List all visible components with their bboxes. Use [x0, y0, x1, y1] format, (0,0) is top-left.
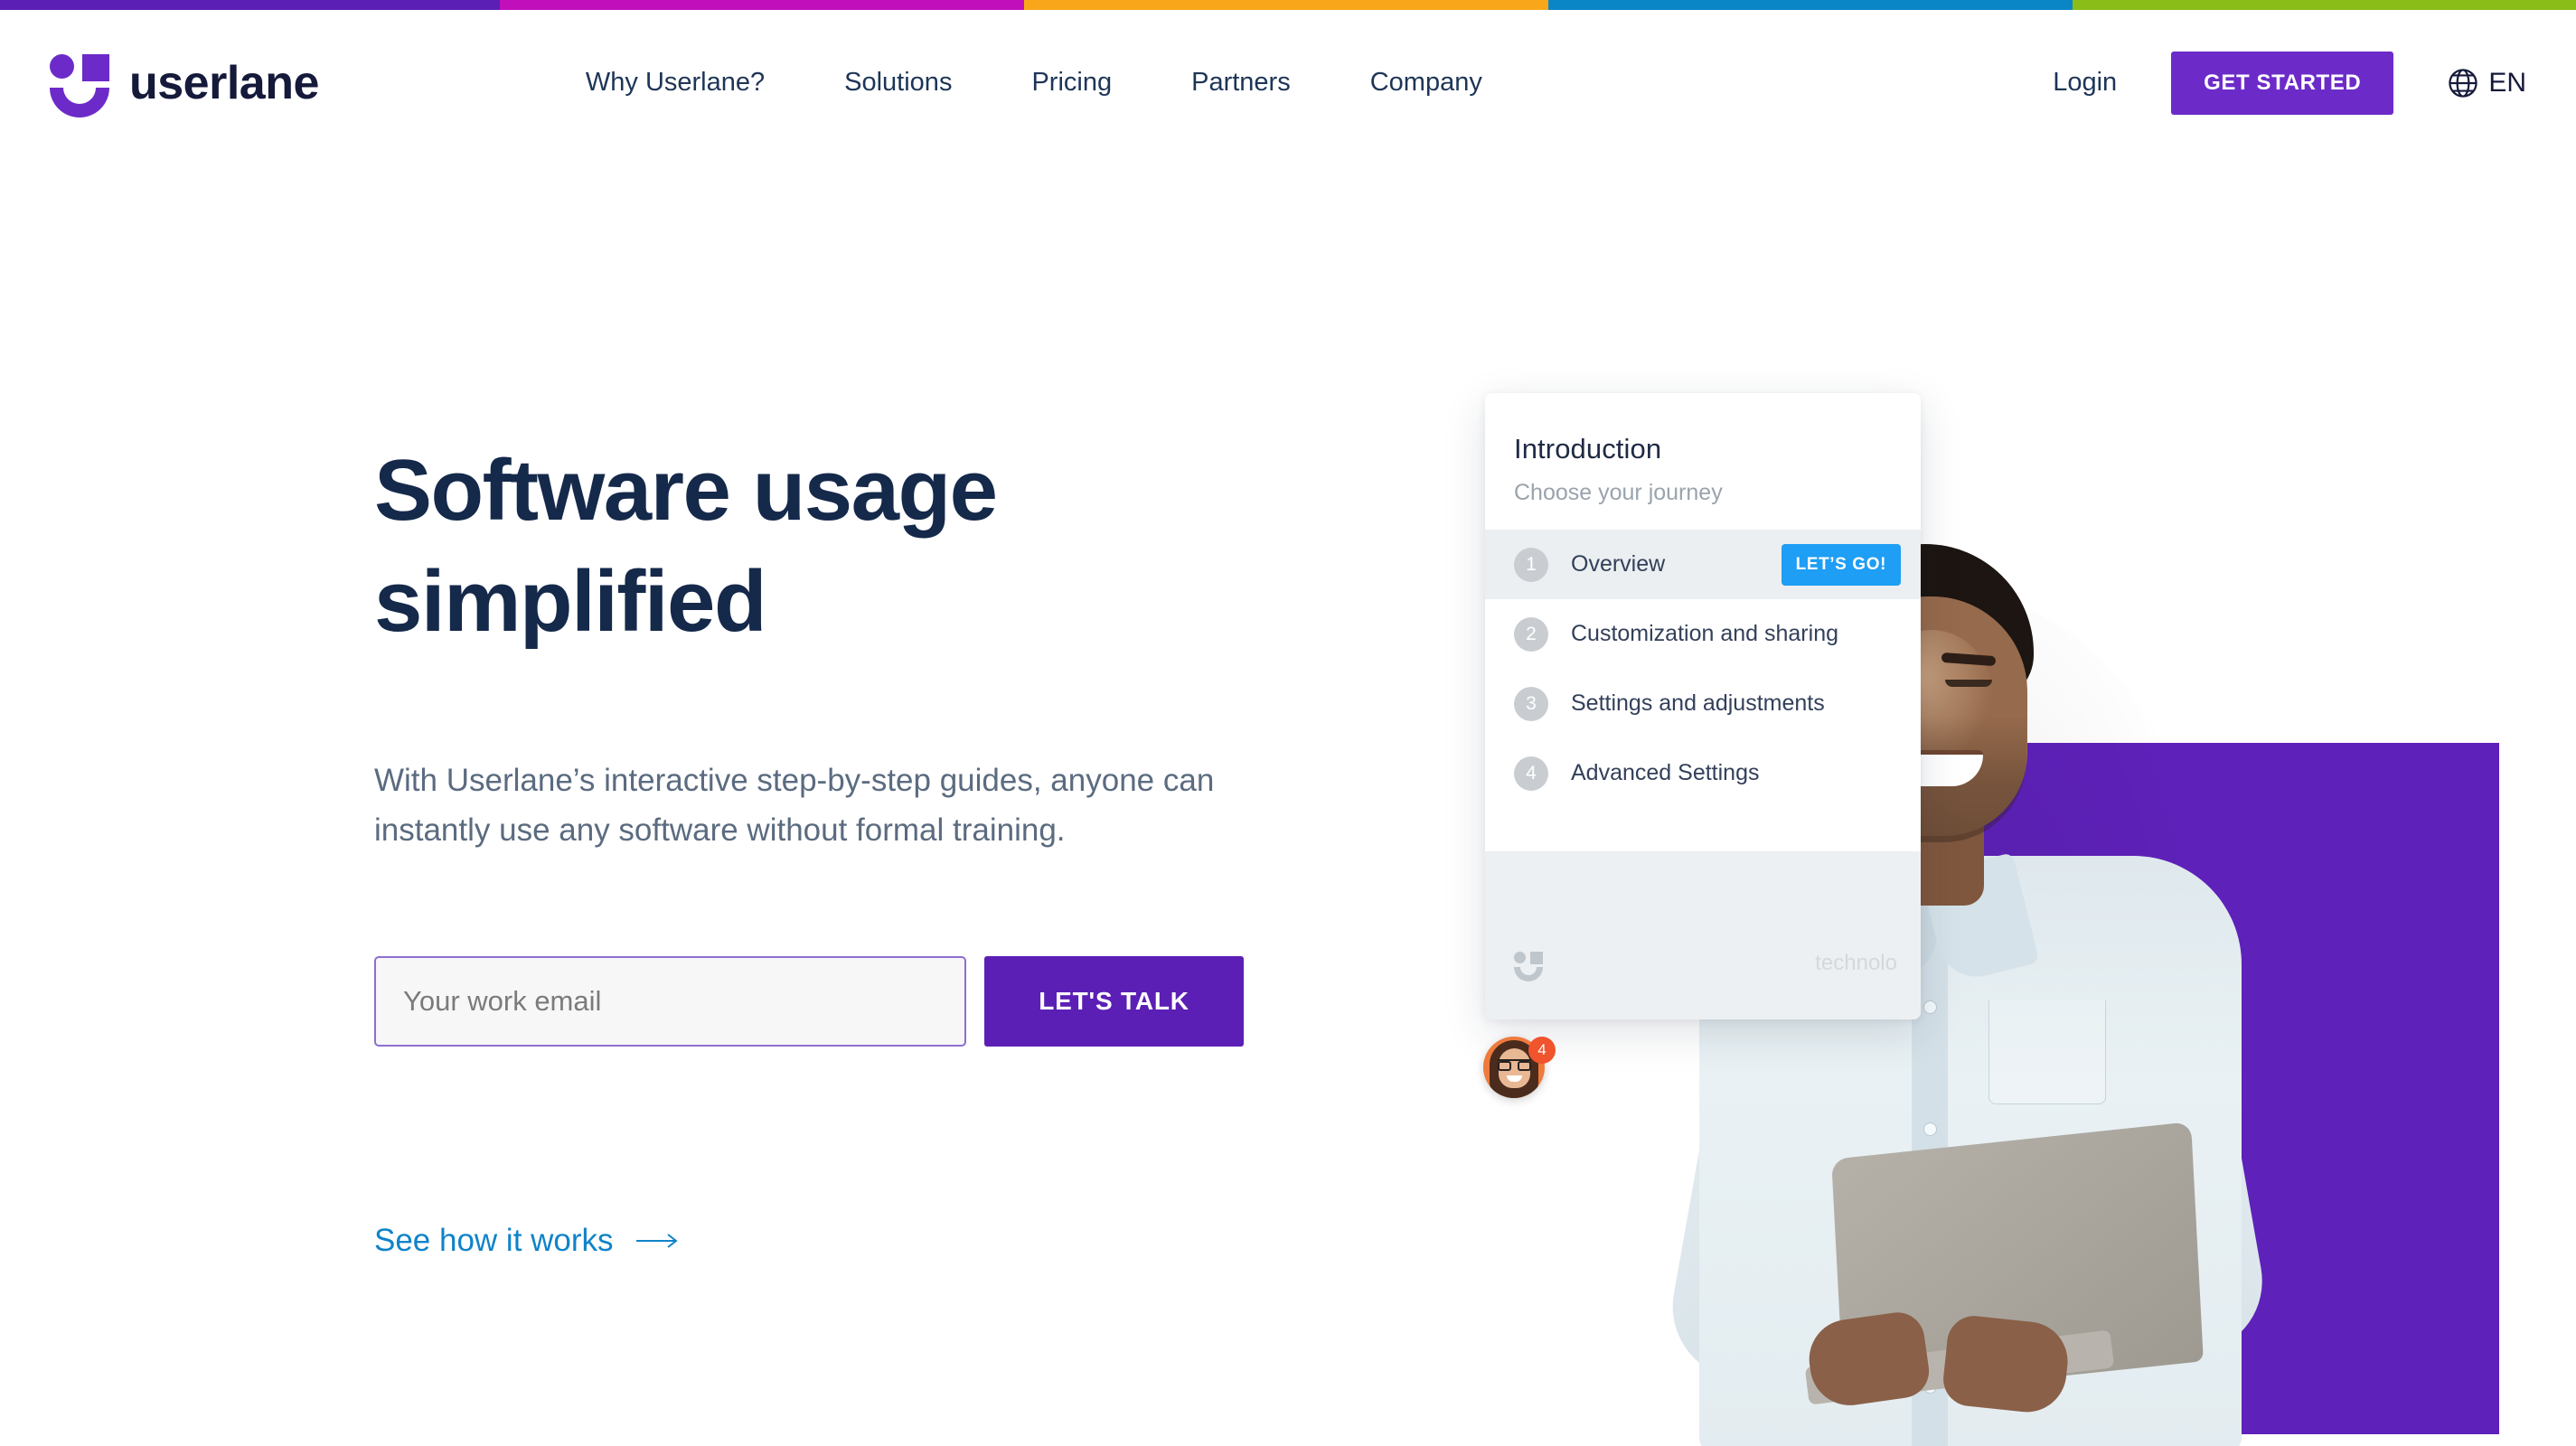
guide-step-row-2[interactable]: 2 Customization and sharing: [1485, 599, 1921, 669]
see-how-it-works-label: See how it works: [374, 1223, 614, 1259]
guide-card-title: Introduction: [1514, 433, 1662, 465]
step-number-badge: 4: [1514, 756, 1548, 791]
step-label: Advanced Settings: [1571, 760, 1760, 785]
glasses-icon: [1498, 1059, 1531, 1071]
step-label: Customization and sharing: [1571, 621, 1838, 646]
guide-card-spacer: [1485, 808, 1921, 851]
see-how-it-works-link[interactable]: See how it works: [374, 1223, 679, 1259]
header-actions: Login GET STARTED EN: [2053, 51, 2526, 115]
nav-item-pricing[interactable]: Pricing: [1031, 59, 1112, 107]
guide-step-row-4[interactable]: 4 Advanced Settings: [1485, 738, 1921, 808]
hero-copy: Software usage simplified With Userlane’…: [374, 436, 1368, 1259]
guide-card-footer-text: technolo: [1815, 951, 1897, 975]
arrow-right-icon: [635, 1232, 679, 1250]
lets-go-button[interactable]: LET’S GO!: [1781, 543, 1901, 586]
lead-capture-form: LET'S TALK: [374, 956, 1368, 1047]
status-badge: 4: [1528, 1037, 1556, 1064]
get-started-button[interactable]: GET STARTED: [2171, 51, 2394, 115]
guide-card-footer: technolo: [1485, 851, 1921, 1019]
top-color-bar: [0, 0, 2576, 10]
nav-item-solutions[interactable]: Solutions: [844, 59, 952, 107]
nav-item-partners[interactable]: Partners: [1191, 59, 1291, 107]
login-link[interactable]: Login: [2053, 68, 2117, 98]
guide-step-row-3[interactable]: 3 Settings and adjustments: [1485, 669, 1921, 738]
support-agent-avatar-widget[interactable]: 4: [1483, 1037, 1556, 1109]
hero-section: Software usage simplified With Userlane’…: [0, 155, 2576, 1446]
topbar-segment-purple: [0, 0, 500, 10]
userlane-mark-icon: [1514, 952, 1543, 981]
hero-subheading: With Userlane’s interactive step-by-step…: [374, 756, 1305, 856]
step-number-badge: 1: [1514, 547, 1548, 582]
logo-wordmark: userlane: [129, 56, 319, 109]
lets-talk-button[interactable]: LET'S TALK: [984, 956, 1244, 1047]
globe-icon: [2446, 66, 2480, 100]
topbar-segment-blue: [1548, 0, 2073, 10]
language-label: EN: [2488, 67, 2526, 98]
step-number-badge: 2: [1514, 616, 1548, 652]
headline-line-1: Software usage: [374, 442, 998, 539]
work-email-input[interactable]: [374, 956, 966, 1047]
step-number-badge: 3: [1514, 686, 1548, 721]
topbar-segment-orange: [1024, 0, 1548, 10]
step-label: Overview: [1571, 551, 1666, 577]
headline-line-2: simplified: [374, 552, 767, 650]
logo-link[interactable]: userlane: [50, 53, 319, 117]
site-header: userlane Why Userlane? Solutions Pricing…: [0, 10, 2576, 155]
nav-item-company[interactable]: Company: [1370, 59, 1482, 107]
userlane-guide-card: Introduction Choose your journey 1 Overv…: [1485, 393, 1921, 1019]
nav-item-why-userlane[interactable]: Why Userlane?: [586, 59, 765, 107]
guide-step-row-1[interactable]: 1 Overview LET’S GO!: [1485, 530, 1921, 599]
language-switcher[interactable]: EN: [2446, 66, 2526, 100]
topbar-segment-green: [2073, 0, 2576, 10]
main-navigation: Why Userlane? Solutions Pricing Partners…: [586, 59, 1482, 107]
subhead-line-1: With Userlane’s interactive step-by-step…: [374, 762, 1155, 798]
step-label: Settings and adjustments: [1571, 690, 1825, 716]
guide-card-subtitle: Choose your journey: [1514, 480, 1723, 505]
guide-step-list: 1 Overview LET’S GO! 2 Customization and…: [1485, 530, 1921, 808]
page-title: Software usage simplified: [374, 436, 1368, 658]
guide-card-header: Introduction Choose your journey: [1485, 393, 1921, 530]
topbar-segment-magenta: [500, 0, 1024, 10]
userlane-mark-icon: [50, 53, 109, 117]
